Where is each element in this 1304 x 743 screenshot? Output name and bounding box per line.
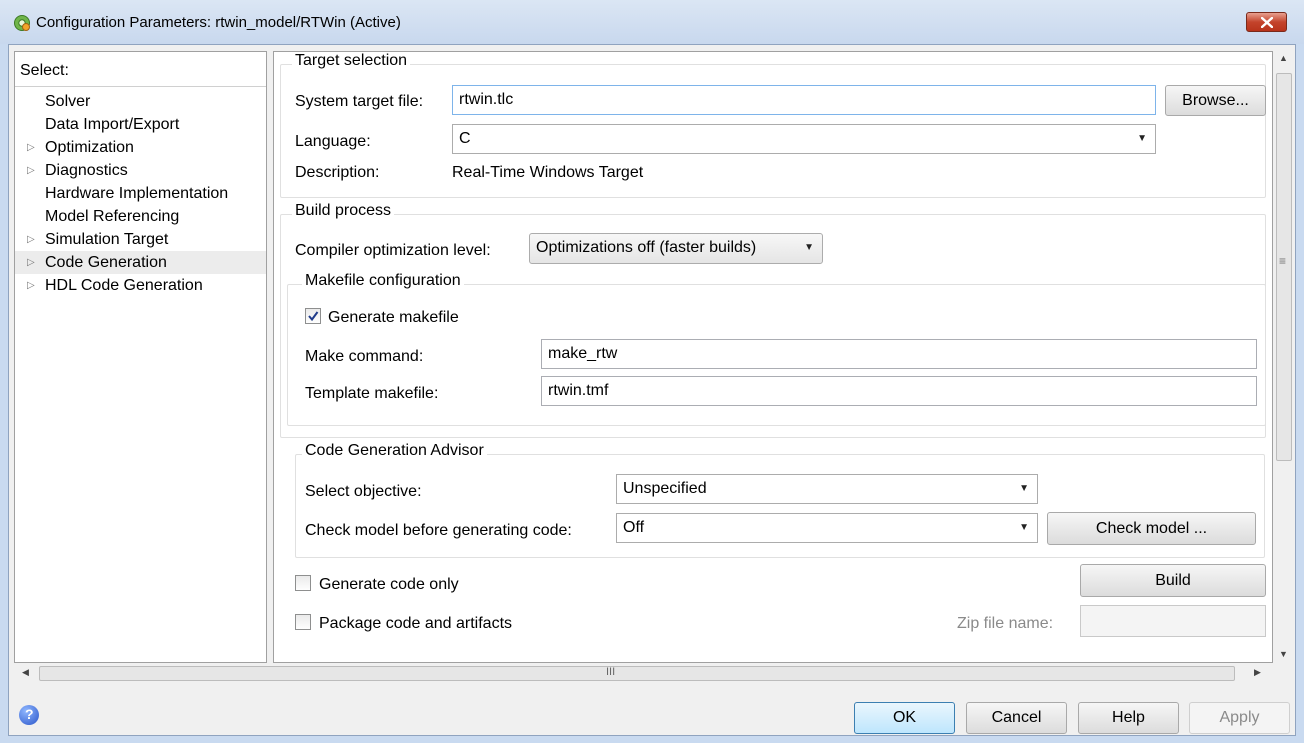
- simulink-gear-icon: [14, 15, 30, 31]
- browse-button[interactable]: Browse...: [1165, 85, 1266, 116]
- expand-arrow-icon[interactable]: ▷: [27, 228, 35, 251]
- tree-title: Select:: [20, 62, 69, 79]
- close-icon: [1261, 17, 1273, 28]
- help-button[interactable]: Help: [1078, 702, 1179, 734]
- help-icon-glyph: ?: [25, 706, 34, 722]
- chevron-down-icon: ▼: [804, 242, 814, 253]
- system-target-input[interactable]: rtwin.tlc: [452, 85, 1156, 115]
- expand-arrow-icon[interactable]: ▷: [27, 274, 35, 297]
- chevron-down-icon: ▼: [1137, 133, 1147, 144]
- compiler-value: Optimizations off (faster builds): [536, 239, 757, 256]
- tree-item-solver[interactable]: Solver: [15, 90, 266, 113]
- tree-item-label: Hardware Implementation: [45, 185, 229, 202]
- advisor-title: Code Generation Advisor: [302, 442, 487, 460]
- description-label: Description:: [295, 164, 380, 181]
- apply-button[interactable]: Apply: [1189, 702, 1290, 734]
- objective-label: Select objective:: [305, 483, 422, 500]
- generate-code-only-checkbox[interactable]: [295, 575, 311, 591]
- tree-item-optimization[interactable]: ▷ Optimization: [15, 136, 266, 159]
- generate-code-only-label: Generate code only: [319, 576, 459, 593]
- scroll-down-icon[interactable]: ▼: [1279, 649, 1288, 659]
- dialog-client: Select: Solver Data Import/Export ▷ Optimiz…: [8, 44, 1296, 736]
- tree-item-label: Data Import/Export: [45, 116, 180, 133]
- window-title: Configuration Parameters: rtwin_model/RT…: [36, 14, 401, 31]
- tree-item-label: Optimization: [45, 139, 134, 156]
- language-label: Language:: [295, 133, 371, 150]
- tree-item-diagnostics[interactable]: ▷ Diagnostics: [15, 159, 266, 182]
- scroll-right-icon[interactable]: ▶: [1254, 667, 1261, 678]
- system-target-label: System target file:: [295, 93, 424, 110]
- expand-arrow-icon[interactable]: ▷: [27, 159, 35, 182]
- tree-item-label: Code Generation: [45, 254, 167, 271]
- category-tree[interactable]: Select: Solver Data Import/Export ▷ Optimiz…: [14, 51, 267, 663]
- checkmark-icon: [308, 311, 319, 322]
- language-value: C: [459, 130, 471, 147]
- tree-item-hardware-implementation[interactable]: Hardware Implementation: [15, 182, 266, 205]
- scroll-grip-icon: ≡: [1279, 254, 1287, 268]
- scroll-grip-icon: III: [606, 666, 616, 678]
- tree-item-model-referencing[interactable]: Model Referencing: [15, 205, 266, 228]
- objective-value: Unspecified: [623, 480, 707, 497]
- horizontal-scroll-thumb[interactable]: [39, 666, 1235, 681]
- package-code-label: Package code and artifacts: [319, 615, 513, 632]
- template-makefile-input[interactable]: rtwin.tmf: [541, 376, 1257, 406]
- compiler-select[interactable]: Optimizations off (faster builds) ▼: [529, 233, 823, 264]
- check-model-value: Off: [623, 519, 645, 536]
- package-code-checkbox[interactable]: [295, 614, 311, 630]
- compiler-label: Compiler optimization level:: [295, 242, 491, 259]
- vertical-scrollbar[interactable]: ▲ ≡ ▼: [1274, 51, 1293, 663]
- tree-item-label: Diagnostics: [45, 162, 128, 179]
- make-command-input[interactable]: make_rtw: [541, 339, 1257, 369]
- description-value: Real-Time Windows Target: [452, 164, 644, 181]
- make-command-label: Make command:: [305, 348, 424, 365]
- tree-item-label: Model Referencing: [45, 208, 180, 225]
- horizontal-scrollbar[interactable]: ◀ III ▶: [14, 665, 1273, 682]
- tree-item-simulation-target[interactable]: ▷ Simulation Target: [15, 228, 266, 251]
- objective-select[interactable]: Unspecified ▼: [616, 474, 1038, 504]
- tree-item-code-generation[interactable]: ▷ Code Generation: [15, 251, 266, 274]
- ok-button[interactable]: OK: [854, 702, 955, 734]
- expand-arrow-icon[interactable]: ▷: [27, 251, 35, 274]
- chevron-down-icon: ▼: [1019, 483, 1029, 494]
- check-model-select[interactable]: Off ▼: [616, 513, 1038, 543]
- tree-item-hdl-code-generation[interactable]: ▷ HDL Code Generation: [15, 274, 266, 297]
- zip-file-input[interactable]: [1080, 605, 1266, 637]
- tree-item-label: Simulation Target: [45, 231, 169, 248]
- template-makefile-label: Template makefile:: [305, 385, 439, 402]
- generate-makefile-checkbox[interactable]: [305, 308, 321, 324]
- cancel-button[interactable]: Cancel: [966, 702, 1067, 734]
- scroll-left-icon[interactable]: ◀: [22, 667, 29, 678]
- check-model-button[interactable]: Check model ...: [1047, 512, 1256, 545]
- tree-item-label: HDL Code Generation: [45, 277, 203, 294]
- expand-arrow-icon[interactable]: ▷: [27, 136, 35, 159]
- help-icon[interactable]: ?: [19, 705, 39, 725]
- language-select[interactable]: C ▼: [452, 124, 1156, 154]
- config-window: Configuration Parameters: rtwin_model/RT…: [0, 0, 1304, 743]
- generate-makefile-label: Generate makefile: [328, 309, 459, 326]
- tree-item-data-import-export[interactable]: Data Import/Export: [15, 113, 266, 136]
- makefile-title: Makefile configuration: [302, 272, 464, 290]
- build-button[interactable]: Build: [1080, 564, 1266, 597]
- tree-item-label: Solver: [45, 93, 91, 110]
- target-selection-title: Target selection: [292, 52, 411, 70]
- build-process-title: Build process: [292, 202, 395, 220]
- vertical-scroll-thumb[interactable]: ≡: [1276, 73, 1292, 461]
- content-panel: Target selection System target file: rtw…: [273, 51, 1273, 663]
- tree-divider: [15, 86, 266, 87]
- chevron-down-icon: ▼: [1019, 522, 1029, 533]
- title-bar[interactable]: Configuration Parameters: rtwin_model/RT…: [0, 0, 1304, 44]
- check-model-label: Check model before generating code:: [305, 522, 572, 539]
- scroll-up-icon[interactable]: ▲: [1279, 53, 1288, 63]
- zip-file-label: Zip file name:: [957, 615, 1054, 632]
- close-button[interactable]: [1246, 12, 1287, 32]
